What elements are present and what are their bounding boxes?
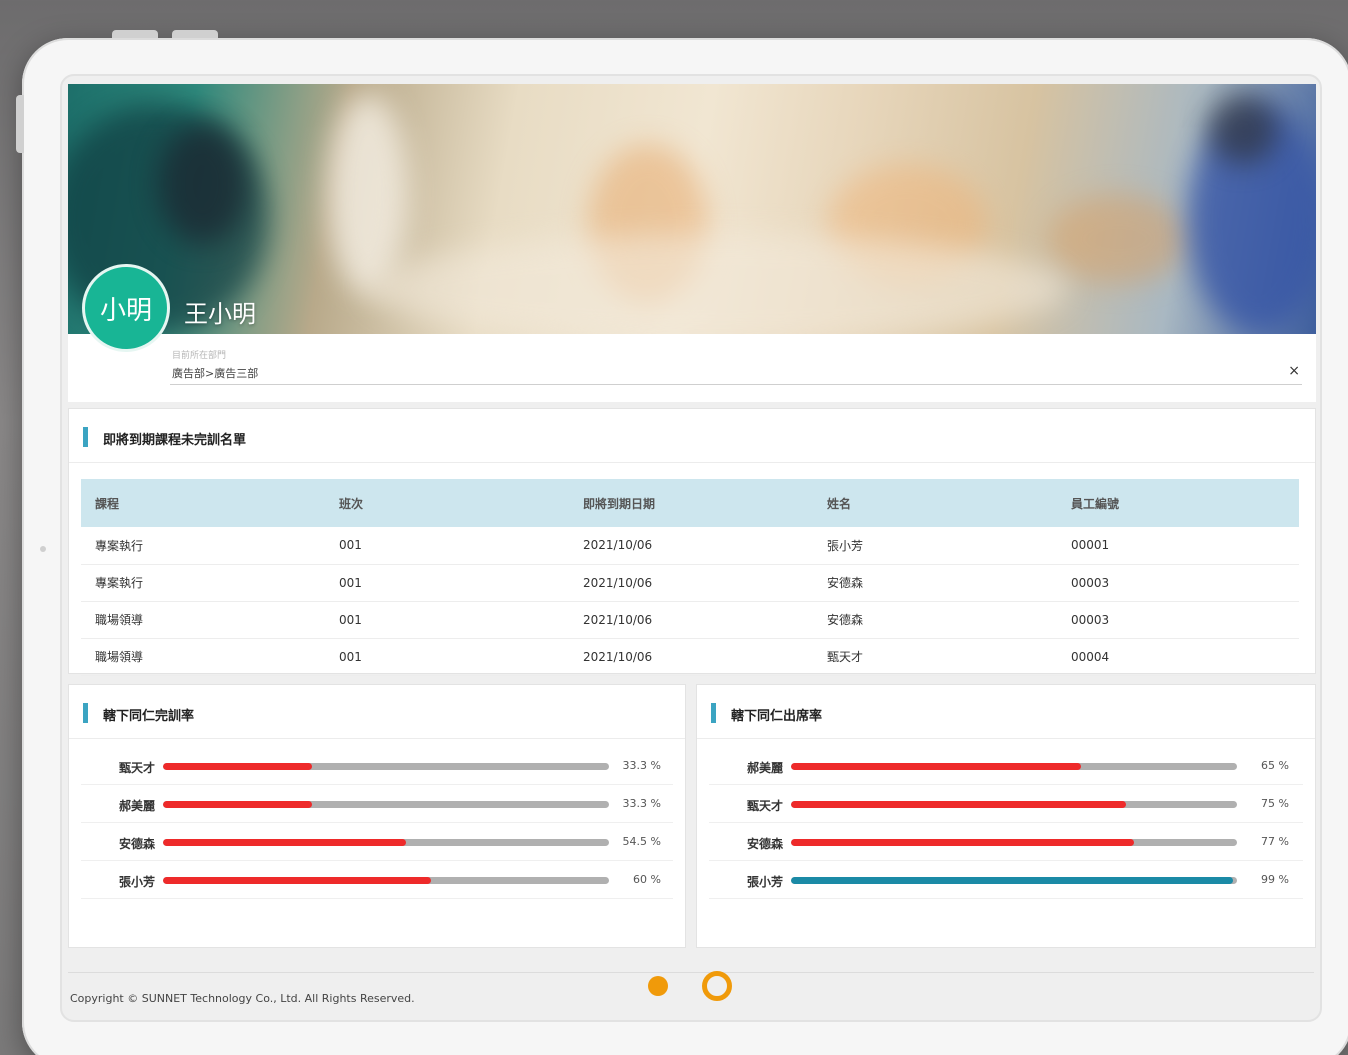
column-header: 姓名 bbox=[813, 479, 1057, 527]
rate-value: 60 % bbox=[633, 873, 661, 886]
rate-name: 甄天才 bbox=[746, 799, 783, 813]
completion-rate-card: 轄下同仁完訓率 甄天才 33.3 % 郝美麗 33.3 % 安德森 54.5 % 張小芳 60… bbox=[68, 684, 686, 948]
rate-name: 郝美麗 bbox=[118, 799, 155, 813]
progress-fill bbox=[791, 801, 1126, 808]
table-cell: 00003 bbox=[1057, 564, 1299, 602]
rate-row: 甄天才 75 % bbox=[709, 785, 1303, 823]
device-volume-button bbox=[112, 30, 158, 38]
card-header: 轄下同仁出席率 bbox=[697, 685, 1315, 739]
rate-row: 郝美麗 33.3 % bbox=[81, 785, 673, 823]
table-row: 職場領導 001 2021/10/06 安德森 00003 bbox=[81, 601, 1299, 639]
table-cell: 00003 bbox=[1057, 601, 1299, 639]
progress-fill bbox=[163, 801, 312, 808]
table-cell: 安德森 bbox=[813, 601, 1057, 639]
rate-value: 77 % bbox=[1261, 835, 1289, 848]
rate-name: 安德森 bbox=[118, 837, 155, 851]
table-cell: 2021/10/06 bbox=[569, 601, 813, 639]
rate-value: 33.3 % bbox=[622, 759, 661, 772]
table-cell: 職場領導 bbox=[81, 601, 325, 639]
table-cell: 001 bbox=[325, 638, 569, 676]
progress-fill bbox=[791, 877, 1233, 884]
progress-fill bbox=[163, 763, 312, 770]
rate-value: 33.3 % bbox=[622, 797, 661, 810]
rate-name: 郝美麗 bbox=[746, 761, 783, 775]
table-cell: 2021/10/06 bbox=[569, 527, 813, 565]
column-header: 班次 bbox=[325, 479, 569, 527]
rate-value: 75 % bbox=[1261, 797, 1289, 810]
rate-name: 張小芳 bbox=[118, 875, 155, 889]
table-cell: 00004 bbox=[1057, 638, 1299, 676]
accent-bar bbox=[711, 703, 716, 723]
progress-track bbox=[163, 839, 609, 846]
table-cell: 001 bbox=[325, 601, 569, 639]
progress-fill bbox=[791, 839, 1135, 846]
table-cell: 甄天才 bbox=[813, 638, 1057, 676]
rate-row: 張小芳 60 % bbox=[81, 861, 673, 899]
user-name: 王小明 bbox=[184, 300, 256, 328]
table-cell: 001 bbox=[325, 564, 569, 602]
progress-fill bbox=[163, 839, 407, 846]
dept-field[interactable]: 廣告部>廣告三部 bbox=[172, 365, 258, 381]
progress-track bbox=[163, 801, 609, 808]
progress-track bbox=[791, 763, 1237, 770]
table-row: 專案執行 001 2021/10/06 安德森 00003 bbox=[81, 564, 1299, 602]
table-cell: 001 bbox=[325, 527, 569, 565]
table-row: 專案執行 001 2021/10/06 張小芳 00001 bbox=[81, 527, 1299, 565]
table-cell: 2021/10/06 bbox=[569, 564, 813, 602]
table-cell: 專案執行 bbox=[81, 527, 325, 565]
table-cell: 職場領導 bbox=[81, 638, 325, 676]
column-header: 即將到期日期 bbox=[569, 479, 813, 527]
attendance-rate-card: 轄下同仁出席率 郝美麗 65 % 甄天才 75 % 安德森 77 % 張小芳 99 % bbox=[696, 684, 1316, 948]
card-title: 即將到期課程未完訓名單 bbox=[103, 433, 247, 448]
card-header: 即將到期課程未完訓名單 bbox=[69, 409, 1315, 463]
expiring-card: 即將到期課程未完訓名單 課程 班次 即將到期日期 姓名 員工編號 專案執行 00… bbox=[68, 408, 1316, 676]
copyright-text: Copyright © SUNNET Technology Co., Ltd. … bbox=[70, 992, 415, 1005]
rate-name: 安德森 bbox=[746, 837, 783, 851]
footer-divider bbox=[68, 972, 1314, 973]
table-cell: 專案執行 bbox=[81, 564, 325, 602]
rate-row: 郝美麗 65 % bbox=[709, 747, 1303, 785]
progress-track bbox=[163, 877, 609, 884]
card-title: 轄下同仁完訓率 bbox=[103, 709, 195, 724]
column-header: 課程 bbox=[81, 479, 325, 527]
progress-fill bbox=[163, 877, 431, 884]
page-dot[interactable] bbox=[648, 976, 668, 996]
table-cell: 安德森 bbox=[813, 564, 1057, 602]
progress-track bbox=[791, 877, 1237, 884]
rate-value: 54.5 % bbox=[622, 835, 661, 848]
dept-field-underline bbox=[170, 384, 1302, 385]
rate-value: 65 % bbox=[1261, 759, 1289, 772]
progress-fill bbox=[791, 763, 1081, 770]
dept-label: 目前所在部門 bbox=[172, 351, 227, 361]
profile-panel: 目前所在部門 廣告部>廣告三部 × bbox=[68, 334, 1316, 402]
progress-track bbox=[791, 801, 1237, 808]
device-power-button bbox=[16, 95, 24, 153]
table-cell: 00001 bbox=[1057, 527, 1299, 565]
progress-track bbox=[791, 839, 1237, 846]
expiring-table: 課程 班次 即將到期日期 姓名 員工編號 專案執行 001 2021/10/06… bbox=[81, 479, 1299, 676]
rate-row: 安德森 77 % bbox=[709, 823, 1303, 861]
rate-row: 張小芳 99 % bbox=[709, 861, 1303, 899]
table-row: 職場領導 001 2021/10/06 甄天才 00004 bbox=[81, 638, 1299, 676]
avatar: 小明 bbox=[82, 264, 170, 352]
table-cell: 張小芳 bbox=[813, 527, 1057, 565]
close-icon[interactable]: × bbox=[1288, 363, 1300, 379]
card-title: 轄下同仁出席率 bbox=[731, 709, 823, 724]
rate-row: 甄天才 33.3 % bbox=[81, 747, 673, 785]
column-header: 員工編號 bbox=[1057, 479, 1299, 527]
progress-track bbox=[163, 763, 609, 770]
accent-bar bbox=[83, 427, 88, 447]
table-header-row: 課程 班次 即將到期日期 姓名 員工編號 bbox=[81, 479, 1299, 527]
camera-icon bbox=[40, 546, 46, 552]
rate-row: 安德森 54.5 % bbox=[81, 823, 673, 861]
page-dot-active[interactable] bbox=[702, 971, 732, 1001]
table-cell: 2021/10/06 bbox=[569, 638, 813, 676]
rate-value: 99 % bbox=[1261, 873, 1289, 886]
device-volume-button bbox=[172, 30, 218, 38]
card-header: 轄下同仁完訓率 bbox=[69, 685, 685, 739]
app-screen: 小明 王小明 目前所在部門 廣告部>廣告三部 × 即將到期課程未完訓名單 課程 … bbox=[60, 74, 1322, 1022]
rate-name: 甄天才 bbox=[118, 761, 155, 775]
accent-bar bbox=[83, 703, 88, 723]
rate-name: 張小芳 bbox=[746, 875, 783, 889]
